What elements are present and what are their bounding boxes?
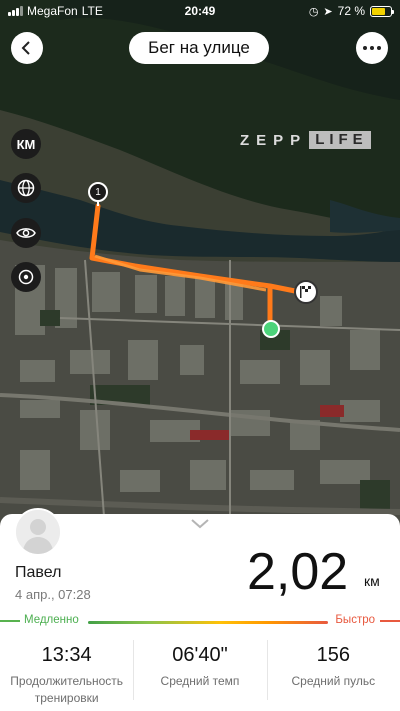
page-title: Бег на улице (148, 38, 250, 57)
stats-row: 13:34 Продолжительность тренировки 06'40… (0, 638, 400, 711)
back-button[interactable] (11, 32, 43, 64)
finish-marker (294, 280, 318, 304)
route-path (89, 200, 303, 331)
stat-value: 156 (316, 644, 350, 666)
stat-duration: 13:34 Продолжительность тренировки (0, 638, 133, 711)
stat-label: Средний темп (160, 674, 240, 688)
stat-value: 06'40" (172, 644, 228, 666)
more-horizontal-icon (363, 46, 367, 50)
start-marker (262, 320, 280, 338)
unit-toggle-label: КМ (16, 136, 36, 152)
clock: 20:49 (184, 4, 216, 18)
battery-icon (370, 5, 394, 17)
stat-label: Продолжительность тренировки (10, 674, 124, 705)
user-avatar-icon (16, 510, 60, 554)
locate-button[interactable] (11, 262, 41, 292)
unit-toggle-button[interactable]: КМ (11, 129, 41, 159)
pace-fast-label: Быстро (335, 614, 375, 626)
avatar[interactable] (14, 508, 62, 556)
user-name: Павел (15, 564, 62, 581)
km-marker-label: 1 (95, 186, 101, 198)
eye-icon (16, 228, 36, 238)
globe-icon (17, 179, 35, 197)
stat-value: 13:34 (41, 644, 92, 666)
zepp-life-logo: ZEPP LIFE (240, 131, 371, 149)
locate-icon (18, 269, 34, 285)
route-map[interactable]: 1 (0, 0, 400, 530)
distance-value: 2,02 (247, 543, 349, 601)
more-options-button[interactable] (356, 32, 388, 64)
map-layer-button[interactable] (11, 173, 41, 203)
km-marker: 1 (88, 182, 108, 202)
chevron-left-icon (21, 41, 30, 55)
stat-avg-heart-rate: 156 Средний пульс (266, 638, 400, 711)
chevron-down-icon[interactable] (190, 518, 210, 530)
activity-type-title: Бег на улице (129, 32, 269, 64)
status-bar: MegaFon LTE 20:49 ◷ ➤ 72 % (0, 0, 400, 22)
checkered-flag-icon (300, 286, 311, 298)
visibility-button[interactable] (11, 218, 41, 248)
stat-label: Средний пульс (291, 674, 376, 688)
pace-slow-label: Медленно (24, 614, 79, 626)
workout-summary-panel[interactable]: Павел 4 апр., 07:28 2,02 км Медленно Быс… (0, 508, 400, 711)
workout-date: 4 апр., 07:28 (15, 587, 91, 602)
pace-gradient-bar (88, 621, 328, 624)
stat-avg-pace: 06'40" Средний темп (133, 638, 266, 711)
distance-unit: км (364, 573, 380, 589)
